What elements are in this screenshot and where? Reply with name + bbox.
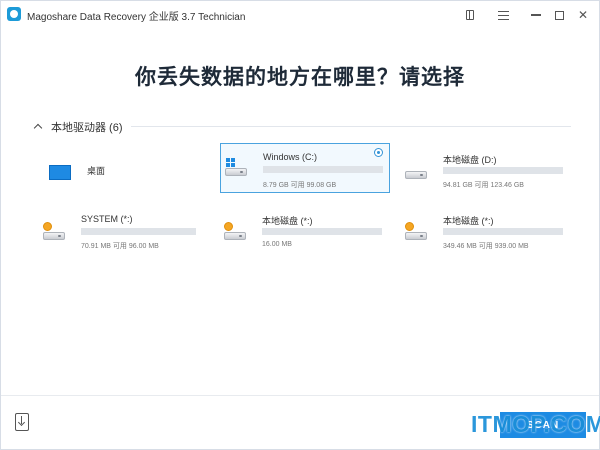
- locked-drive-icon: [405, 222, 427, 240]
- drive-size-text: 16.00 MB: [262, 241, 292, 248]
- locked-drive-icon: [43, 222, 65, 240]
- drive-usage-bar: [81, 228, 196, 235]
- app-window: Magoshare Data Recovery 企业版 3.7 Technici…: [0, 0, 600, 450]
- drive-size-text: 8.79 GB 可用 99.08 GB: [263, 182, 337, 189]
- import-icon[interactable]: [15, 413, 29, 431]
- title-bar: Magoshare Data Recovery 企业版 3.7 Technici…: [1, 1, 599, 29]
- menu-icon[interactable]: [492, 4, 514, 26]
- section-title-local-drives[interactable]: 本地驱动器 (6): [51, 119, 123, 135]
- page-title: 你丢失数据的地方在哪里？请选择: [135, 66, 465, 89]
- watermark: ITMOP.COM: [471, 411, 600, 437]
- close-button[interactable]: ✕: [572, 4, 594, 26]
- drive-size-text: 94.81 GB 可用 123.46 GB: [443, 182, 524, 189]
- drive-label: 桌面: [87, 166, 106, 176]
- app-logo-icon: [7, 7, 21, 21]
- drive-label: Windows (C:): [263, 152, 318, 162]
- drive-size-text: 349.46 MB 可用 939.00 MB: [443, 243, 529, 250]
- collapse-chevron-icon[interactable]: [33, 122, 43, 132]
- drive-usage-bar: [443, 228, 563, 235]
- drive-local-d[interactable]: 本地磁盘 (D:) 94.81 GB 可用 123.46 GB: [401, 147, 571, 191]
- minimize-button[interactable]: [525, 4, 547, 26]
- selected-radio[interactable]: [374, 148, 383, 157]
- hard-drive-icon: [405, 161, 427, 179]
- lock-icon: [43, 222, 52, 231]
- section-divider: [131, 126, 571, 127]
- drive-label: 本地磁盘 (D:): [443, 155, 497, 165]
- lock-icon: [224, 222, 233, 231]
- desktop-icon: [49, 161, 71, 180]
- drive-local-star-1[interactable]: 本地磁盘 (*:) 16.00 MB: [220, 208, 390, 252]
- windows-drive-icon: [225, 158, 247, 176]
- drive-system[interactable]: SYSTEM (*:) 70.91 MB 可用 96.00 MB: [39, 208, 209, 252]
- maximize-button[interactable]: [548, 4, 570, 26]
- drive-usage-bar: [443, 167, 563, 174]
- drive-usage-bar: [263, 166, 383, 173]
- drive-label: SYSTEM (*:): [81, 214, 133, 224]
- locked-drive-icon: [224, 222, 246, 240]
- window-title: Magoshare Data Recovery 企业版 3.7 Technici…: [27, 12, 246, 23]
- drive-usage-bar: [262, 228, 382, 235]
- book-icon[interactable]: [459, 4, 481, 26]
- drive-local-star-2[interactable]: 本地磁盘 (*:) 349.46 MB 可用 939.00 MB: [401, 208, 571, 252]
- drive-windows-c[interactable]: Windows (C:) 8.79 GB 可用 99.08 GB: [220, 143, 390, 193]
- footer-divider: [1, 395, 599, 396]
- lock-icon: [405, 222, 414, 231]
- drive-label: 本地磁盘 (*:): [262, 216, 313, 226]
- drive-label: 本地磁盘 (*:): [443, 216, 494, 226]
- drive-size-text: 70.91 MB 可用 96.00 MB: [81, 243, 159, 250]
- drive-desktop[interactable]: 桌面: [45, 147, 215, 191]
